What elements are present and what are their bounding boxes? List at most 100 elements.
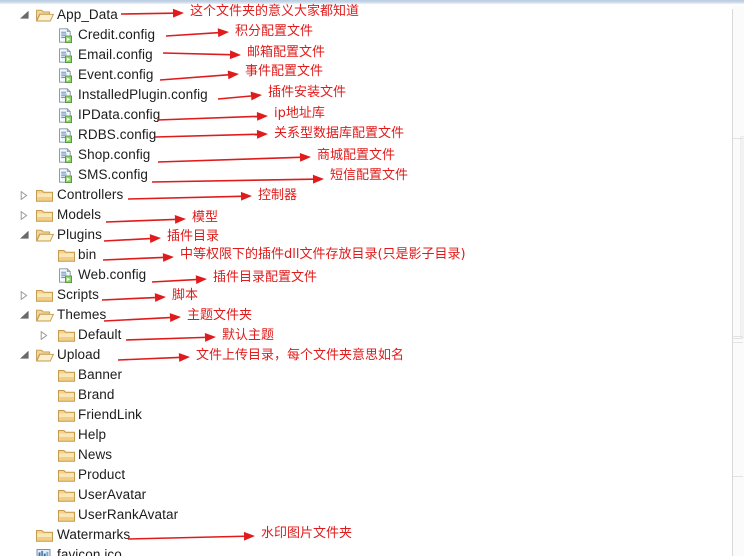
tree-item-label: SMS.config xyxy=(78,167,149,182)
tree-item-label: RDBS.config xyxy=(78,127,157,142)
tree-item-label: bin xyxy=(78,247,97,262)
annotation-text-anno-controllers: 控制器 xyxy=(258,188,298,203)
tree-item-label: Models xyxy=(57,207,102,222)
folder-icon xyxy=(58,465,76,485)
annotation-text-anno-credit: 积分配置文件 xyxy=(235,24,314,39)
annotation-arrow xyxy=(212,87,270,107)
tree-item-label: Credit.config xyxy=(78,27,156,42)
tree-item-label: Email.config xyxy=(78,47,153,62)
folder-icon xyxy=(36,185,54,205)
tree-item-label: Watermarks xyxy=(57,527,131,542)
annotation-text-anno-sms: 短信配置文件 xyxy=(330,168,409,183)
tree-item-label: Upload xyxy=(57,347,101,362)
tree-item-label: Product xyxy=(78,467,126,482)
folder-icon xyxy=(58,325,76,345)
folder-icon xyxy=(58,365,76,385)
tree-item-label: Plugins xyxy=(57,227,102,242)
tree-item-label: favicon.ico xyxy=(57,547,122,556)
chevron-right-icon[interactable] xyxy=(18,285,30,305)
annotation-arrow xyxy=(96,289,174,308)
annotation-arrow xyxy=(120,329,224,348)
annotation-arrow xyxy=(146,171,332,190)
ico-file-icon xyxy=(36,545,54,556)
vertical-scrollbar-track[interactable] xyxy=(733,6,744,556)
config-file-icon xyxy=(58,125,76,145)
folder-icon xyxy=(58,405,76,425)
tree-item-label: Shop.config xyxy=(78,147,151,162)
annotation-text-anno-bin: 中等权限下的插件dll文件存放目录(只是影子目录) xyxy=(180,247,466,262)
chevron-down-icon[interactable] xyxy=(18,345,30,365)
annotation-text-anno-event: 事件配置文件 xyxy=(245,64,324,79)
tree-item-label: Help xyxy=(78,427,107,442)
tree-item-label: Event.config xyxy=(78,67,154,82)
scroll-marker xyxy=(733,338,743,339)
folder-open-icon xyxy=(36,305,54,325)
annotation-text-anno-upload: 文件上传目录，每个文件夹意思如名 xyxy=(196,348,405,363)
scroll-marker xyxy=(733,342,743,343)
config-file-icon xyxy=(58,85,76,105)
scroll-marker xyxy=(733,138,743,139)
annotation-text-anno-webconfig: 插件目录配置文件 xyxy=(213,270,318,285)
annotation-text-anno-shop: 商城配置文件 xyxy=(317,148,396,163)
folder-icon xyxy=(36,285,54,305)
annotation-text-anno-ipdata: ip地址库 xyxy=(274,106,325,121)
annotation-text-anno-themes: 主题文件夹 xyxy=(187,308,253,323)
annotation-text-anno-email: 邮箱配置文件 xyxy=(247,45,326,60)
vertical-scroll-gutter[interactable] xyxy=(727,6,744,556)
tree-item-label: UserRankAvatar xyxy=(78,507,179,522)
tree-item-label: Controllers xyxy=(57,187,124,202)
chevron-down-icon[interactable] xyxy=(18,225,30,245)
annotation-text-anno-installedplugin: 插件安装文件 xyxy=(268,85,347,100)
tree-item-label: UserAvatar xyxy=(78,487,147,502)
folder-icon xyxy=(58,425,76,445)
config-file-icon xyxy=(58,65,76,85)
annotation-text-anno-models: 模型 xyxy=(192,210,219,225)
folder-icon xyxy=(58,445,76,465)
scroll-marker xyxy=(733,476,743,477)
chevron-down-icon[interactable] xyxy=(18,5,30,25)
annotation-arrow xyxy=(122,188,260,207)
tree-item-label: Scripts xyxy=(57,287,99,302)
config-file-icon xyxy=(58,145,76,165)
folder-open-icon xyxy=(36,345,54,365)
annotation-text-anno-default: 默认主题 xyxy=(222,328,275,343)
tree-item-label: Brand xyxy=(78,387,115,402)
annotation-text-anno-scripts: 脚本 xyxy=(172,288,199,303)
annotation-arrow xyxy=(98,230,169,249)
folder-icon xyxy=(36,525,54,545)
folder-icon xyxy=(58,385,76,405)
chevron-right-icon[interactable] xyxy=(18,205,30,225)
chevron-down-icon[interactable] xyxy=(18,305,30,325)
chevron-right-icon[interactable] xyxy=(18,185,30,205)
annotation-arrow xyxy=(152,149,319,170)
solution-explorer-panel: App_Data Credit.config Email.config Event.c… xyxy=(0,0,744,556)
folder-icon xyxy=(58,505,76,525)
tree-item-label: App_Data xyxy=(57,7,118,22)
annotation-arrow xyxy=(112,349,198,368)
config-file-icon xyxy=(58,45,76,65)
config-file-icon xyxy=(58,165,76,185)
folder-icon xyxy=(58,485,76,505)
tree-item-label: Themes xyxy=(57,307,107,322)
annotation-arrow xyxy=(149,126,276,145)
config-file-icon xyxy=(58,25,76,45)
tree-item-label: News xyxy=(78,447,113,462)
tree-item-label: IPData.config xyxy=(78,107,161,122)
config-file-icon xyxy=(58,105,76,125)
folder-open-icon xyxy=(36,225,54,245)
chevron-right-icon[interactable] xyxy=(38,325,50,345)
annotation-arrow xyxy=(100,211,194,230)
annotation-arrow xyxy=(122,528,263,547)
annotation-arrow xyxy=(151,108,276,128)
annotation-text-anno-watermarks: 水印图片文件夹 xyxy=(261,526,353,541)
annotation-arrow xyxy=(160,24,237,44)
annotation-arrow xyxy=(115,5,192,22)
tree-item-label: Web.config xyxy=(78,267,147,282)
folder-icon xyxy=(58,245,76,265)
scroll-marker xyxy=(733,336,743,337)
vertical-scrollbar-thumb[interactable] xyxy=(740,136,744,338)
annotation-text-anno-plugins: 插件目录 xyxy=(167,229,220,244)
tree-item-label: InstalledPlugin.config xyxy=(78,87,208,102)
tree-item-label: Banner xyxy=(78,367,123,382)
tree-item-label: FriendLink xyxy=(78,407,143,422)
